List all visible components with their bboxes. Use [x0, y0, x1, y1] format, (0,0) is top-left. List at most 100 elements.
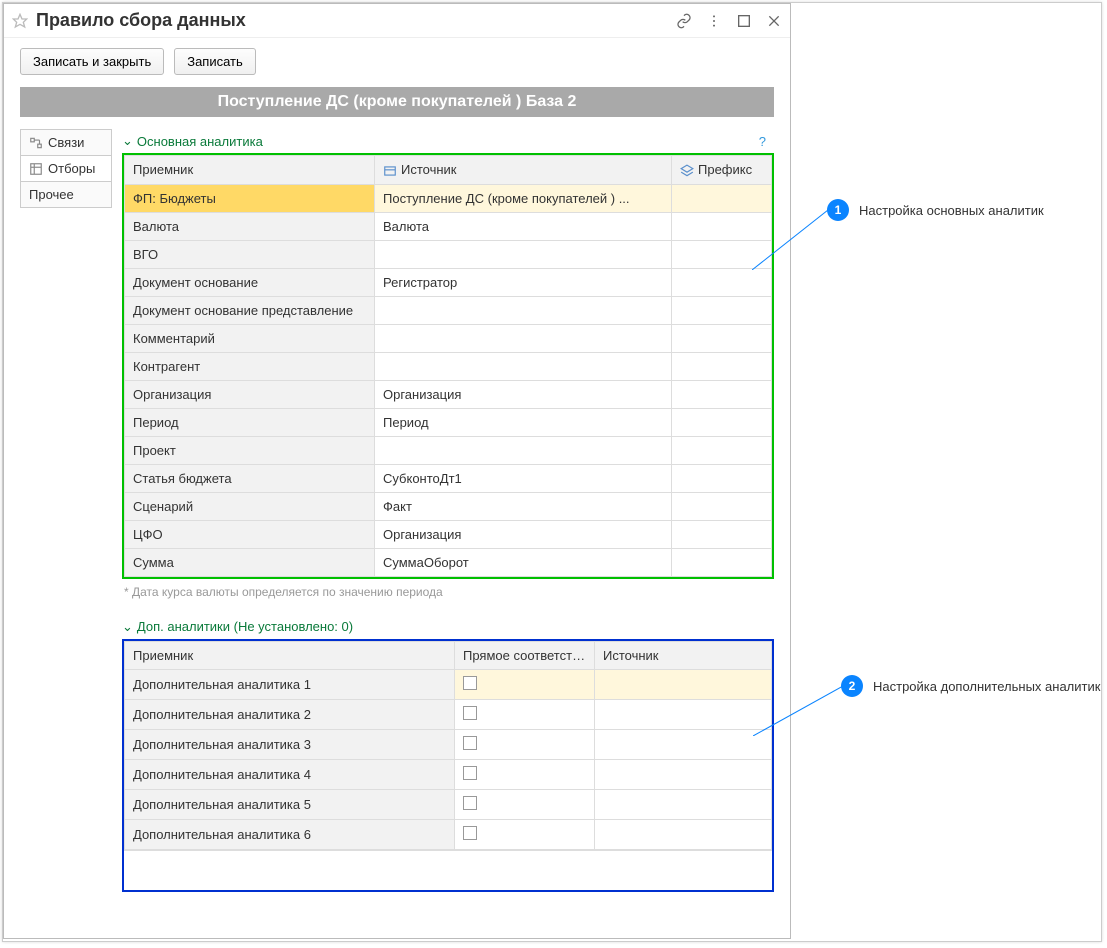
cell-prefix[interactable]	[672, 520, 772, 548]
group-extra-analytics-header[interactable]: ⌄ Доп. аналитики (Не установлено: 0)	[122, 615, 774, 639]
cell-prefix[interactable]	[672, 380, 772, 408]
col-prefix[interactable]: Префикс	[672, 156, 772, 185]
cell-prefix[interactable]	[672, 324, 772, 352]
cell-source[interactable]	[375, 436, 672, 464]
cell-source[interactable]	[595, 669, 772, 699]
cell-source[interactable]	[595, 789, 772, 819]
cell-source[interactable]	[375, 352, 672, 380]
cell-direct[interactable]	[455, 729, 595, 759]
cell-prefix[interactable]	[672, 408, 772, 436]
cell-direct[interactable]	[455, 819, 595, 849]
cell-source[interactable]: Факт	[375, 492, 672, 520]
cell-source[interactable]: Период	[375, 408, 672, 436]
main-analytics-table[interactable]: Приемник Источник Префикс ФП: БюджетыПос…	[124, 155, 772, 577]
cell-source[interactable]: Валюта	[375, 212, 672, 240]
extra-analytics-table[interactable]: Приемник Прямое соответствие Источник До…	[124, 641, 772, 850]
cell-receiver[interactable]: Дополнительная аналитика 1	[125, 669, 455, 699]
tab-other[interactable]: Прочее	[20, 181, 112, 208]
checkbox[interactable]	[463, 826, 477, 840]
table-row[interactable]: ФП: БюджетыПоступление ДС (кроме покупат…	[125, 184, 772, 212]
maximize-icon[interactable]	[736, 13, 752, 29]
cell-source[interactable]	[375, 240, 672, 268]
cell-receiver[interactable]: ФП: Бюджеты	[125, 184, 375, 212]
table-row[interactable]: Дополнительная аналитика 1	[125, 669, 772, 699]
cell-source[interactable]	[595, 699, 772, 729]
cell-source[interactable]	[595, 729, 772, 759]
group-main-analytics-header[interactable]: ⌄ Основная аналитика ?	[122, 129, 774, 153]
cell-receiver[interactable]: Дополнительная аналитика 6	[125, 819, 455, 849]
cell-receiver[interactable]: Организация	[125, 380, 375, 408]
tab-links[interactable]: Связи	[20, 129, 112, 156]
table-row[interactable]: Статья бюджетаСубконтоДт1	[125, 464, 772, 492]
checkbox[interactable]	[463, 706, 477, 720]
table-row[interactable]: ВалютаВалюта	[125, 212, 772, 240]
table-row[interactable]: Комментарий	[125, 324, 772, 352]
cell-receiver[interactable]: Документ основание представление	[125, 296, 375, 324]
cell-source[interactable]: Регистратор	[375, 268, 672, 296]
star-icon[interactable]	[12, 13, 28, 29]
cell-prefix[interactable]	[672, 268, 772, 296]
save-button[interactable]: Записать	[174, 48, 256, 75]
col-receiver[interactable]: Приемник	[125, 156, 375, 185]
table-row[interactable]: Дополнительная аналитика 2	[125, 699, 772, 729]
table-row[interactable]: Документ основаниеРегистратор	[125, 268, 772, 296]
checkbox[interactable]	[463, 676, 477, 690]
table-row[interactable]: Дополнительная аналитика 6	[125, 819, 772, 849]
cell-prefix[interactable]	[672, 548, 772, 576]
cell-source[interactable]: СуммаОборот	[375, 548, 672, 576]
tab-filters[interactable]: Отборы	[20, 155, 112, 182]
table-row[interactable]: Документ основание представление	[125, 296, 772, 324]
cell-receiver[interactable]: Проект	[125, 436, 375, 464]
table-row[interactable]: СценарийФакт	[125, 492, 772, 520]
cell-source[interactable]: Организация	[375, 520, 672, 548]
table-row[interactable]: Дополнительная аналитика 3	[125, 729, 772, 759]
cell-direct[interactable]	[455, 789, 595, 819]
cell-source[interactable]: Организация	[375, 380, 672, 408]
table-row[interactable]: СуммаСуммаОборот	[125, 548, 772, 576]
table-row[interactable]: Дополнительная аналитика 5	[125, 789, 772, 819]
table-row[interactable]: Контрагент	[125, 352, 772, 380]
link-icon[interactable]	[676, 13, 692, 29]
cell-prefix[interactable]	[672, 296, 772, 324]
cell-receiver[interactable]: ВГО	[125, 240, 375, 268]
col2-direct[interactable]: Прямое соответствие	[455, 641, 595, 669]
cell-receiver[interactable]: Сценарий	[125, 492, 375, 520]
cell-receiver[interactable]: Период	[125, 408, 375, 436]
cell-direct[interactable]	[455, 759, 595, 789]
table-row[interactable]: ВГО	[125, 240, 772, 268]
table-row[interactable]: ОрганизацияОрганизация	[125, 380, 772, 408]
help-icon[interactable]: ?	[759, 134, 774, 149]
cell-receiver[interactable]: Дополнительная аналитика 5	[125, 789, 455, 819]
cell-receiver[interactable]: Контрагент	[125, 352, 375, 380]
cell-receiver[interactable]: Дополнительная аналитика 4	[125, 759, 455, 789]
cell-receiver[interactable]: Валюта	[125, 212, 375, 240]
cell-source[interactable]	[375, 324, 672, 352]
cell-receiver[interactable]: Сумма	[125, 548, 375, 576]
cell-prefix[interactable]	[672, 436, 772, 464]
table-row[interactable]: ПериодПериод	[125, 408, 772, 436]
checkbox[interactable]	[463, 766, 477, 780]
cell-source[interactable]	[595, 819, 772, 849]
cell-prefix[interactable]	[672, 184, 772, 212]
cell-prefix[interactable]	[672, 352, 772, 380]
cell-receiver[interactable]: Статья бюджета	[125, 464, 375, 492]
cell-source[interactable]	[375, 296, 672, 324]
cell-prefix[interactable]	[672, 464, 772, 492]
cell-receiver[interactable]: Дополнительная аналитика 2	[125, 699, 455, 729]
table-row[interactable]: Дополнительная аналитика 4	[125, 759, 772, 789]
table-row[interactable]: Проект	[125, 436, 772, 464]
checkbox[interactable]	[463, 796, 477, 810]
more-icon[interactable]	[706, 13, 722, 29]
table-row[interactable]: ЦФООрганизация	[125, 520, 772, 548]
cell-receiver[interactable]: Документ основание	[125, 268, 375, 296]
col2-receiver[interactable]: Приемник	[125, 641, 455, 669]
close-icon[interactable]	[766, 13, 782, 29]
save-close-button[interactable]: Записать и закрыть	[20, 48, 164, 75]
checkbox[interactable]	[463, 736, 477, 750]
cell-prefix[interactable]	[672, 492, 772, 520]
cell-direct[interactable]	[455, 669, 595, 699]
cell-receiver[interactable]: ЦФО	[125, 520, 375, 548]
cell-receiver[interactable]: Комментарий	[125, 324, 375, 352]
cell-direct[interactable]	[455, 699, 595, 729]
cell-source[interactable]: Поступление ДС (кроме покупателей ) ...	[375, 184, 672, 212]
